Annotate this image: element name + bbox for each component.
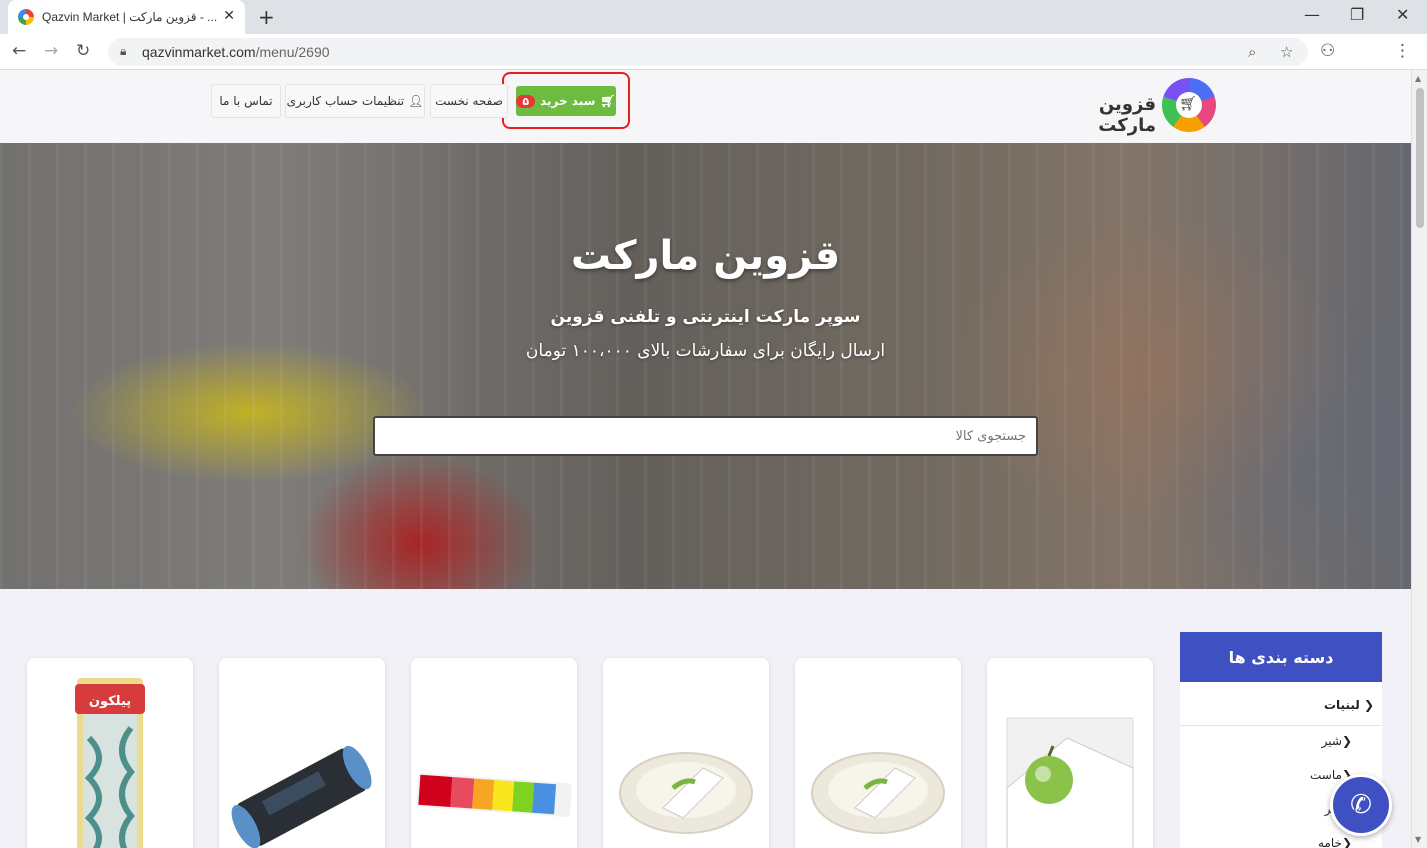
address-bar[interactable]: 🔒︎ qazvinmarket.com/menu/2690 ⌕ ☆ [108,38,1308,66]
garbage-bags-image [231,745,372,848]
forward-icon[interactable]: → [44,41,58,61]
nav-account-label: تنظیمات حساب کاربری [286,94,405,108]
nav-home-link[interactable]: صفحه نخست [430,84,508,118]
browser-toolbar: ← → ↻ 🔒︎ qazvinmarket.com/menu/2690 ⌕ ☆ … [0,34,1427,70]
favicon-icon [18,9,34,25]
nav-account-link[interactable]: 👤︎ تنظیمات حساب کاربری [285,84,425,118]
browser-tab[interactable]: Qazvin Market | قزوین مارکت - ... ✕ [8,0,245,34]
nav-home-label: صفحه نخست [435,94,503,108]
disposable-bowl-image [619,752,753,834]
nav-contact-link[interactable]: تماس با ما [211,84,281,118]
logo-text: قزوین مارکت [1098,94,1156,136]
product-card[interactable] [987,658,1153,848]
scroll-up-icon[interactable]: ▲ [1415,74,1421,83]
scroll-thumb[interactable] [1416,88,1424,228]
candy-pack-image [416,772,572,818]
category-label: لبنیات [1323,698,1360,712]
phone-icon: ✆ [1350,790,1372,820]
zoom-icon[interactable]: ⌕ [1248,43,1256,61]
maximize-button[interactable]: ❐ [1350,5,1364,24]
category-divider [1180,725,1382,726]
disposable-plate-image [1006,717,1134,848]
category-item-milk[interactable]: ❮شیر [1322,734,1352,748]
lock-icon: 🔒︎ [120,44,127,58]
product-card[interactable] [411,658,577,848]
chevron-left-icon: ❮ [1341,836,1352,848]
category-label: شیر [1321,734,1342,748]
hero-title: قزوین مارکت [570,233,841,279]
bookmark-star-icon[interactable]: ☆ [1280,43,1293,61]
shipping-note: ارسال رایگان برای سفارشات بالای ۱۰۰،۰۰۰ … [525,341,886,361]
reload-icon[interactable]: ↻ [76,41,90,61]
minimize-button[interactable]: — [1304,5,1320,24]
cart-highlight-annotation [502,72,630,129]
chevron-left-icon: ❮ [1341,734,1352,748]
browser-tabstrip: Qazvin Market | قزوین مارکت - ... ✕ + — … [0,0,1427,34]
user-icon: 👤︎ [408,94,424,108]
product-card[interactable] [603,658,769,848]
chevron-left-icon: ❮ [1363,698,1374,712]
product-card[interactable] [795,658,961,848]
category-title: دسته بندی ها [1180,632,1382,682]
site-logo[interactable]: 🛒︎ قزوین مارکت [1056,78,1216,136]
browser-menu-icon[interactable]: ⋮ [1394,41,1411,61]
tab-title: Qazvin Market | قزوین مارکت - ... [42,10,218,24]
url-host: qazvinmarket.com [142,44,256,60]
product-search-input[interactable] [373,416,1038,456]
back-icon[interactable]: ← [12,41,26,61]
category-item-cream[interactable]: ❮خامه [1318,836,1352,848]
svg-text:پیلکون: پیلکون [89,694,131,709]
page-scrollbar[interactable]: ▲ ▼ [1411,70,1427,848]
kitchen-towel-image: پیلکون [75,678,145,848]
category-label: ماست [1310,768,1342,782]
url-path: /menu/2690 [255,44,330,60]
call-button[interactable]: ✆ [1330,774,1392,836]
hero-banner: قزوین مارکت سوپر مارکت اینترنتی و تلفنی … [0,143,1411,589]
category-label: خامه [1318,836,1342,848]
site-header: 🛒︎ قزوین مارکت 🛒︎ سبد خرید ۵ صفحه نخست 👤… [0,70,1411,144]
tab-close-icon[interactable]: ✕ [223,8,235,24]
hero-subtitle: سوپر مارکت اینترنتی و تلفنی قزوین [550,307,861,327]
category-item-dairy[interactable]: ❮ لبنیات [1324,698,1374,712]
basket-icon: 🛒︎ [1179,96,1197,112]
nav-contact-label: تماس با ما [219,94,273,108]
new-tab-button[interactable]: + [258,5,275,29]
close-window-button[interactable]: ✕ [1396,5,1409,24]
product-card[interactable]: پیلکون [27,658,193,848]
scroll-down-icon[interactable]: ▼ [1415,835,1421,844]
url-text: qazvinmarket.com/menu/2690 [142,44,330,60]
page-viewport: 🛒︎ قزوین مارکت 🛒︎ سبد خرید ۵ صفحه نخست 👤… [0,70,1411,848]
product-card[interactable] [219,658,385,848]
extension-icon[interactable]: ⚇ [1320,41,1335,61]
disposable-bowl-image [811,752,945,834]
